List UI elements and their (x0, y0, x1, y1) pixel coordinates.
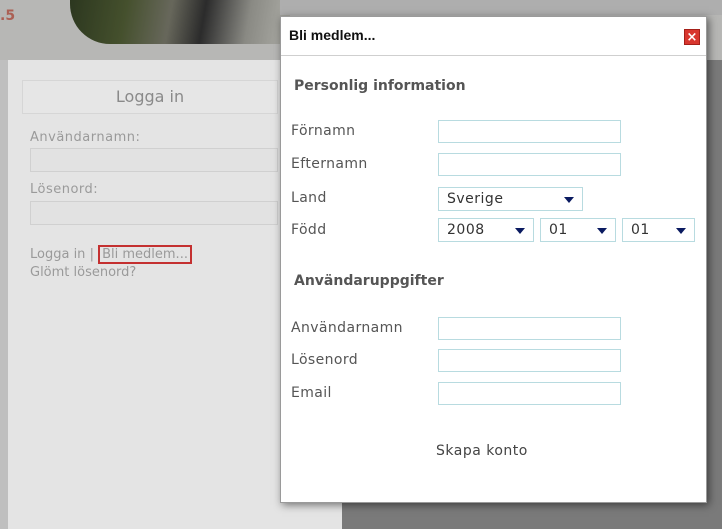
register-dialog: Bli medlem... × Personlig information Fö… (280, 16, 707, 503)
dialog-titlebar: Bli medlem... × (281, 17, 706, 56)
account-info-heading: Användaruppgifter (294, 273, 444, 289)
close-icon[interactable]: × (684, 29, 700, 45)
link-separator: | (89, 247, 94, 262)
login-heading: Logga in (22, 80, 278, 114)
birth-day-value: 01 (631, 222, 650, 238)
country-label: Land (291, 190, 327, 206)
bg-password-label: Lösenord: (30, 182, 99, 197)
bg-username-label: Användarnamn: (30, 130, 141, 145)
personal-info-heading: Personlig information (294, 78, 466, 94)
chevron-down-icon (676, 228, 686, 234)
birth-day-select[interactable]: 01 (622, 218, 695, 242)
bg-login-link: Logga in (30, 247, 86, 262)
username-label: Användarnamn (291, 320, 403, 336)
bg-forgot-password-link: Glömt lösenord? (30, 265, 137, 280)
chevron-down-icon (564, 197, 574, 203)
password-input[interactable] (438, 349, 621, 372)
bg-link-group: Logga in | Bli medlem... Glömt lösenord? (30, 245, 192, 282)
chevron-down-icon (515, 228, 525, 234)
country-value: Sverige (447, 191, 504, 207)
bg-register-link-highlighted: Bli medlem... (98, 245, 192, 264)
email-input[interactable] (438, 382, 621, 405)
bg-password-input (30, 201, 278, 225)
country-select[interactable]: Sverige (438, 187, 583, 211)
birth-month-value: 01 (549, 222, 568, 238)
born-label: Född (291, 222, 327, 238)
email-label: Email (291, 385, 332, 401)
birth-month-select[interactable]: 01 (540, 218, 616, 242)
last-name-label: Efternamn (291, 156, 368, 172)
password-label: Lösenord (291, 352, 359, 368)
first-name-label: Förnamn (291, 123, 356, 139)
first-name-input[interactable] (438, 120, 621, 143)
username-input[interactable] (438, 317, 621, 340)
create-account-button[interactable]: Skapa konto (430, 441, 534, 461)
last-name-input[interactable] (438, 153, 621, 176)
birth-year-select[interactable]: 2008 (438, 218, 534, 242)
bg-username-input (30, 148, 278, 172)
birth-year-value: 2008 (447, 222, 485, 238)
dialog-title: Bli medlem... (289, 27, 376, 43)
chevron-down-icon (597, 228, 607, 234)
